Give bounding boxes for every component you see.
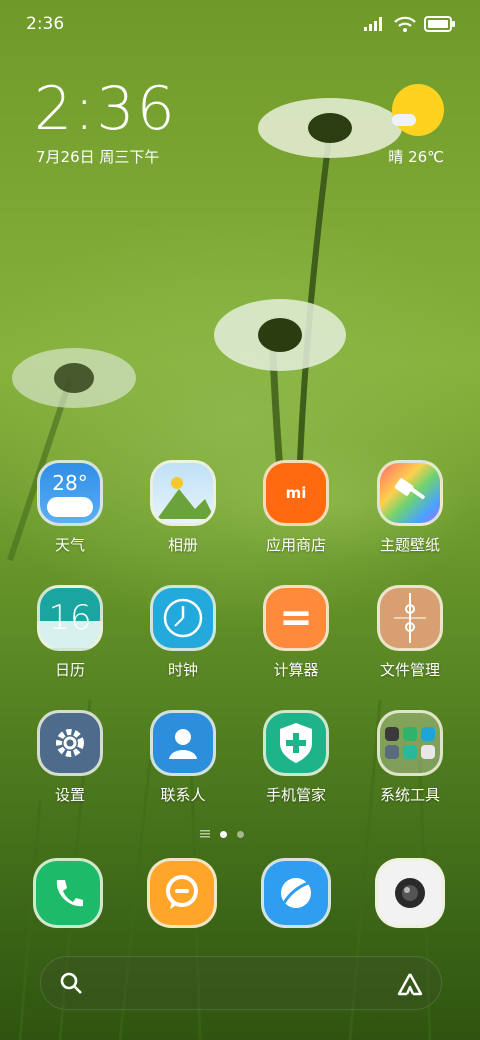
battery-icon	[424, 16, 455, 32]
camera-icon	[375, 858, 445, 928]
mini-app-icon	[421, 745, 435, 759]
app-label: 应用商店	[265, 536, 326, 554]
calculator-icon: =	[263, 585, 329, 651]
app-label: 相册	[167, 536, 198, 554]
app-clock[interactable]: 时钟	[133, 585, 233, 680]
calendar-day: 16	[48, 598, 92, 638]
gallery-icon	[150, 460, 216, 526]
page-dot-active[interactable]	[220, 830, 227, 838]
mini-app-icon	[385, 727, 399, 741]
chat-bubble-icon	[166, 875, 198, 909]
folder-preview-grid	[385, 727, 435, 759]
weather-summary: 晴 26℃	[388, 148, 444, 166]
app-calendar[interactable]: 16 日历	[20, 585, 120, 680]
app-file-manager[interactable]: 文件管理	[360, 585, 460, 680]
app-label: 主题壁纸	[379, 536, 440, 554]
app-store-icon: mi	[263, 460, 329, 526]
settings-icon	[37, 710, 103, 776]
mini-app-icon	[385, 745, 399, 759]
assistant-icon[interactable]	[395, 971, 425, 997]
status-bar-time: 2:36	[26, 14, 65, 34]
calendar-icon: 16	[37, 585, 103, 651]
search-bar[interactable]	[40, 956, 442, 1010]
lens-icon	[395, 878, 425, 908]
wifi-icon	[394, 16, 416, 32]
cloud-shape	[47, 497, 93, 517]
mi-logo: mi	[285, 484, 307, 502]
app-themes[interactable]: 主题壁纸	[360, 460, 460, 555]
gear-icon	[56, 729, 84, 757]
contacts-icon	[150, 710, 216, 776]
person-icon	[169, 729, 197, 759]
app-store[interactable]: mi 应用商店	[246, 460, 346, 555]
paintbrush-shape	[394, 478, 425, 500]
mini-app-icon	[421, 727, 435, 741]
dock-camera[interactable]	[360, 858, 460, 928]
clock-widget-time[interactable]: 2:36	[34, 74, 177, 144]
security-icon	[263, 710, 329, 776]
handset-shape	[56, 880, 83, 907]
app-label: 文件管理	[379, 661, 440, 679]
weather-icon: 28°	[37, 460, 103, 526]
file-manager-icon	[377, 585, 443, 651]
dock-browser[interactable]	[246, 858, 346, 928]
clock-widget-date: 7月26日 周三下午	[36, 148, 160, 166]
messages-icon	[147, 858, 217, 928]
app-label: 日历	[54, 661, 85, 679]
app-calculator[interactable]: = 计算器	[246, 585, 346, 680]
app-label: 时钟	[167, 661, 198, 679]
phone-icon	[33, 858, 103, 928]
app-security[interactable]: 手机管家	[246, 710, 346, 805]
sun-icon[interactable]	[392, 84, 444, 136]
dock-phone[interactable]	[18, 858, 118, 928]
app-label: 联系人	[160, 786, 206, 804]
app-label: 天气	[54, 536, 85, 554]
folder-icon	[377, 710, 443, 776]
cloud-icon	[392, 114, 416, 126]
globe-icon	[281, 878, 311, 908]
themes-icon	[377, 460, 443, 526]
page-dot[interactable]	[237, 830, 244, 838]
app-contacts[interactable]: 联系人	[133, 710, 233, 805]
signal-icon	[364, 17, 382, 31]
folder-strap-shape	[394, 593, 426, 643]
app-label: 系统工具	[379, 786, 440, 804]
dock-messages[interactable]	[132, 858, 232, 928]
menu-icon	[200, 830, 210, 838]
app-label: 手机管家	[265, 786, 326, 804]
app-label: 计算器	[273, 661, 319, 679]
equals-sign: =	[279, 595, 313, 641]
mini-app-icon	[403, 727, 417, 741]
page-indicator[interactable]	[200, 830, 244, 838]
app-label: 设置	[54, 786, 85, 804]
status-icons	[364, 14, 456, 34]
mountain-shape	[157, 477, 213, 519]
search-icon	[60, 972, 82, 994]
app-gallery[interactable]: 相册	[133, 460, 233, 555]
mini-app-icon	[403, 745, 417, 759]
browser-icon	[261, 858, 331, 928]
app-settings[interactable]: 设置	[20, 710, 120, 805]
app-weather[interactable]: 28° 天气	[20, 460, 120, 555]
clock-face	[163, 598, 203, 638]
weather-icon-temp: 28°	[52, 471, 88, 495]
app-folder-system-tools[interactable]: 系统工具	[360, 710, 460, 805]
shield-icon	[280, 723, 312, 763]
clock-icon	[150, 585, 216, 651]
